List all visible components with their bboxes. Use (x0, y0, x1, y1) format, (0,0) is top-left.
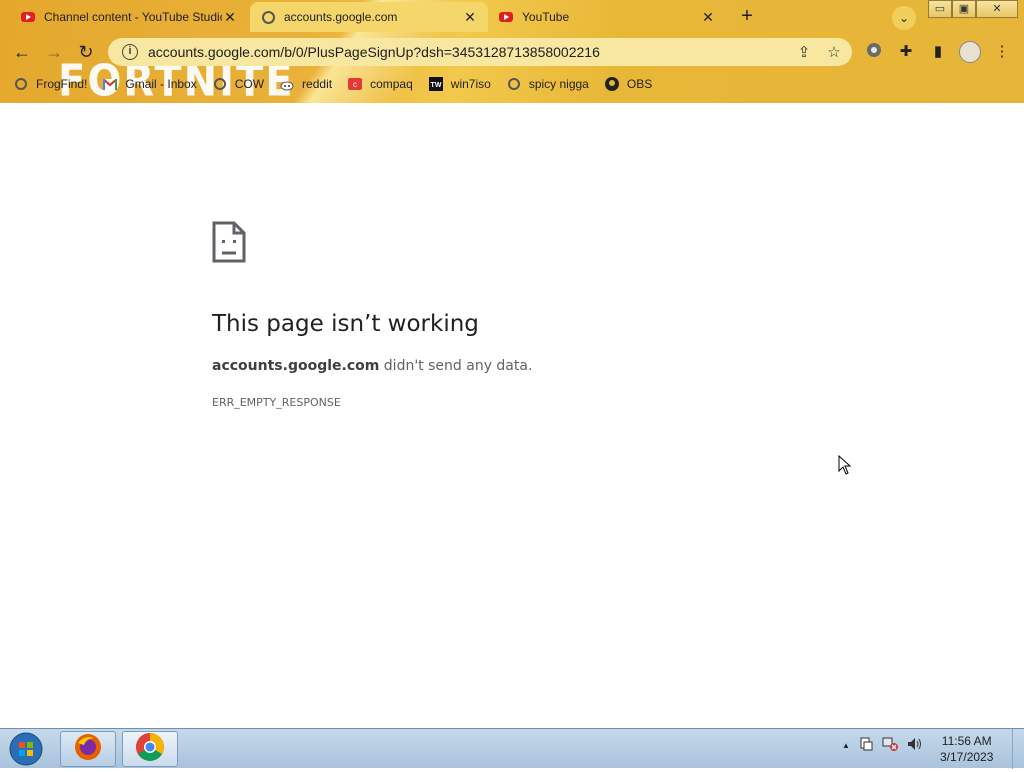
bookmark-spicy[interactable]: spicy nigga (507, 77, 589, 91)
tab-title: accounts.google.com (284, 10, 398, 24)
globe-icon (213, 77, 227, 91)
site-info-icon[interactable]: i (122, 44, 138, 60)
side-panel-icon[interactable]: ▮ (928, 42, 948, 62)
minimize-button[interactable]: ▭ (928, 0, 952, 18)
compaq-icon: c (348, 77, 363, 91)
error-host: accounts.google.com (212, 358, 380, 374)
tab-strip: Channel content - YouTube Studio ✕ accou… (0, 0, 1024, 34)
bookmark-cow[interactable]: COW (213, 77, 264, 91)
bookmark-compaq[interactable]: c compaq (348, 77, 413, 91)
bookmark-label: compaq (370, 77, 413, 91)
tab-accounts-google[interactable]: accounts.google.com ✕ (250, 2, 488, 32)
globe-icon (14, 77, 28, 91)
github-icon (604, 77, 619, 91)
youtube-icon (498, 9, 514, 25)
system-tray: ▲ (842, 737, 932, 754)
share-icon[interactable]: ⇪ (792, 43, 816, 61)
close-window-button[interactable]: ✕ (976, 0, 1018, 18)
tab-title: Channel content - YouTube Studio (44, 10, 222, 24)
network-icon[interactable] (882, 737, 898, 754)
tab-title: YouTube (522, 10, 570, 24)
show-desktop-button[interactable] (1012, 729, 1024, 769)
error-message: didn't send any data. (379, 358, 533, 374)
taskbar-chrome[interactable] (122, 731, 178, 767)
gmail-icon (103, 77, 118, 91)
bookmark-label: win7iso (450, 77, 491, 91)
url-text[interactable]: accounts.google.com/b/0/PlusPageSignUp?d… (148, 44, 792, 60)
bookmark-reddit[interactable]: reddit (280, 77, 332, 91)
error-description: accounts.google.com didn't send any data… (212, 358, 532, 374)
action-center-icon[interactable] (859, 737, 873, 754)
close-tab-icon[interactable]: ✕ (700, 9, 716, 26)
close-tab-icon[interactable]: ✕ (462, 9, 478, 26)
bookmark-obs[interactable]: OBS (604, 77, 653, 91)
bookmarks-bar: FrogFind! Gmail - Inbox COW reddit c com… (0, 72, 1024, 96)
bookmark-label: COW (234, 77, 265, 91)
forward-button[interactable]: → (42, 40, 66, 64)
taskbar-firefox[interactable] (60, 731, 116, 767)
back-button[interactable]: ← (10, 40, 34, 64)
tab-youtube-studio[interactable]: Channel content - YouTube Studio ✕ (10, 2, 248, 32)
toolbar: ← → ↻ i accounts.google.com/b/0/PlusPage… (0, 34, 1024, 70)
chrome-icon (135, 732, 165, 767)
youtube-icon (20, 9, 36, 25)
win7iso-icon: TW (428, 77, 443, 91)
clock[interactable]: 11:56 AM 3/17/2023 (940, 733, 993, 765)
mouse-cursor-icon (838, 454, 852, 480)
bookmark-label: OBS (626, 77, 653, 91)
error-code: ERR_EMPTY_RESPONSE (212, 396, 341, 409)
page-content: This page isn’t working accounts.google.… (0, 103, 1024, 728)
error-title: This page isn’t working (212, 311, 479, 337)
maximize-button[interactable]: ▣ (952, 0, 976, 18)
bookmark-label: reddit (302, 77, 333, 91)
browser-chrome: FORTNITE Channel content - YouTube Studi… (0, 0, 1024, 103)
reload-button[interactable]: ↻ (74, 40, 98, 64)
bookmark-label: spicy nigga (528, 77, 589, 91)
address-bar[interactable]: i accounts.google.com/b/0/PlusPageSignUp… (108, 38, 852, 66)
bookmark-star-icon[interactable]: ☆ (822, 43, 846, 61)
bookmark-label: FrogFind! (36, 77, 88, 91)
bookmark-gmail[interactable]: Gmail - Inbox (103, 77, 197, 91)
reddit-icon (280, 77, 294, 91)
svg-text:TW: TW (430, 82, 441, 89)
tab-youtube[interactable]: YouTube ✕ (488, 2, 726, 32)
sad-page-icon (212, 221, 246, 263)
show-hidden-icons-button[interactable]: ▲ (842, 741, 850, 750)
clock-date: 3/17/2023 (940, 750, 994, 764)
new-tab-button[interactable]: + (736, 6, 758, 28)
start-button[interactable] (6, 731, 46, 767)
bookmark-label: Gmail - Inbox (125, 77, 197, 91)
taskbar: ▲ 11:56 AM 3/17/2023 (0, 728, 1024, 769)
firefox-icon (74, 733, 102, 766)
menu-icon[interactable]: ⋮ (992, 42, 1012, 62)
profile-avatar[interactable] (959, 41, 981, 63)
close-tab-icon[interactable]: ✕ (222, 9, 238, 26)
globe-icon (260, 9, 276, 25)
extensions-puzzle-icon[interactable]: ✚ (896, 42, 916, 62)
globe-icon (507, 77, 521, 91)
volume-icon[interactable] (907, 737, 923, 754)
extension-icon[interactable] (864, 42, 884, 62)
svg-text:c: c (353, 80, 357, 89)
bookmark-frogfind[interactable]: FrogFind! (14, 77, 87, 91)
bookmark-win7iso[interactable]: TW win7iso (428, 77, 491, 91)
tab-search-button[interactable]: ⌄ (892, 6, 916, 30)
clock-time: 11:56 AM (941, 734, 992, 748)
